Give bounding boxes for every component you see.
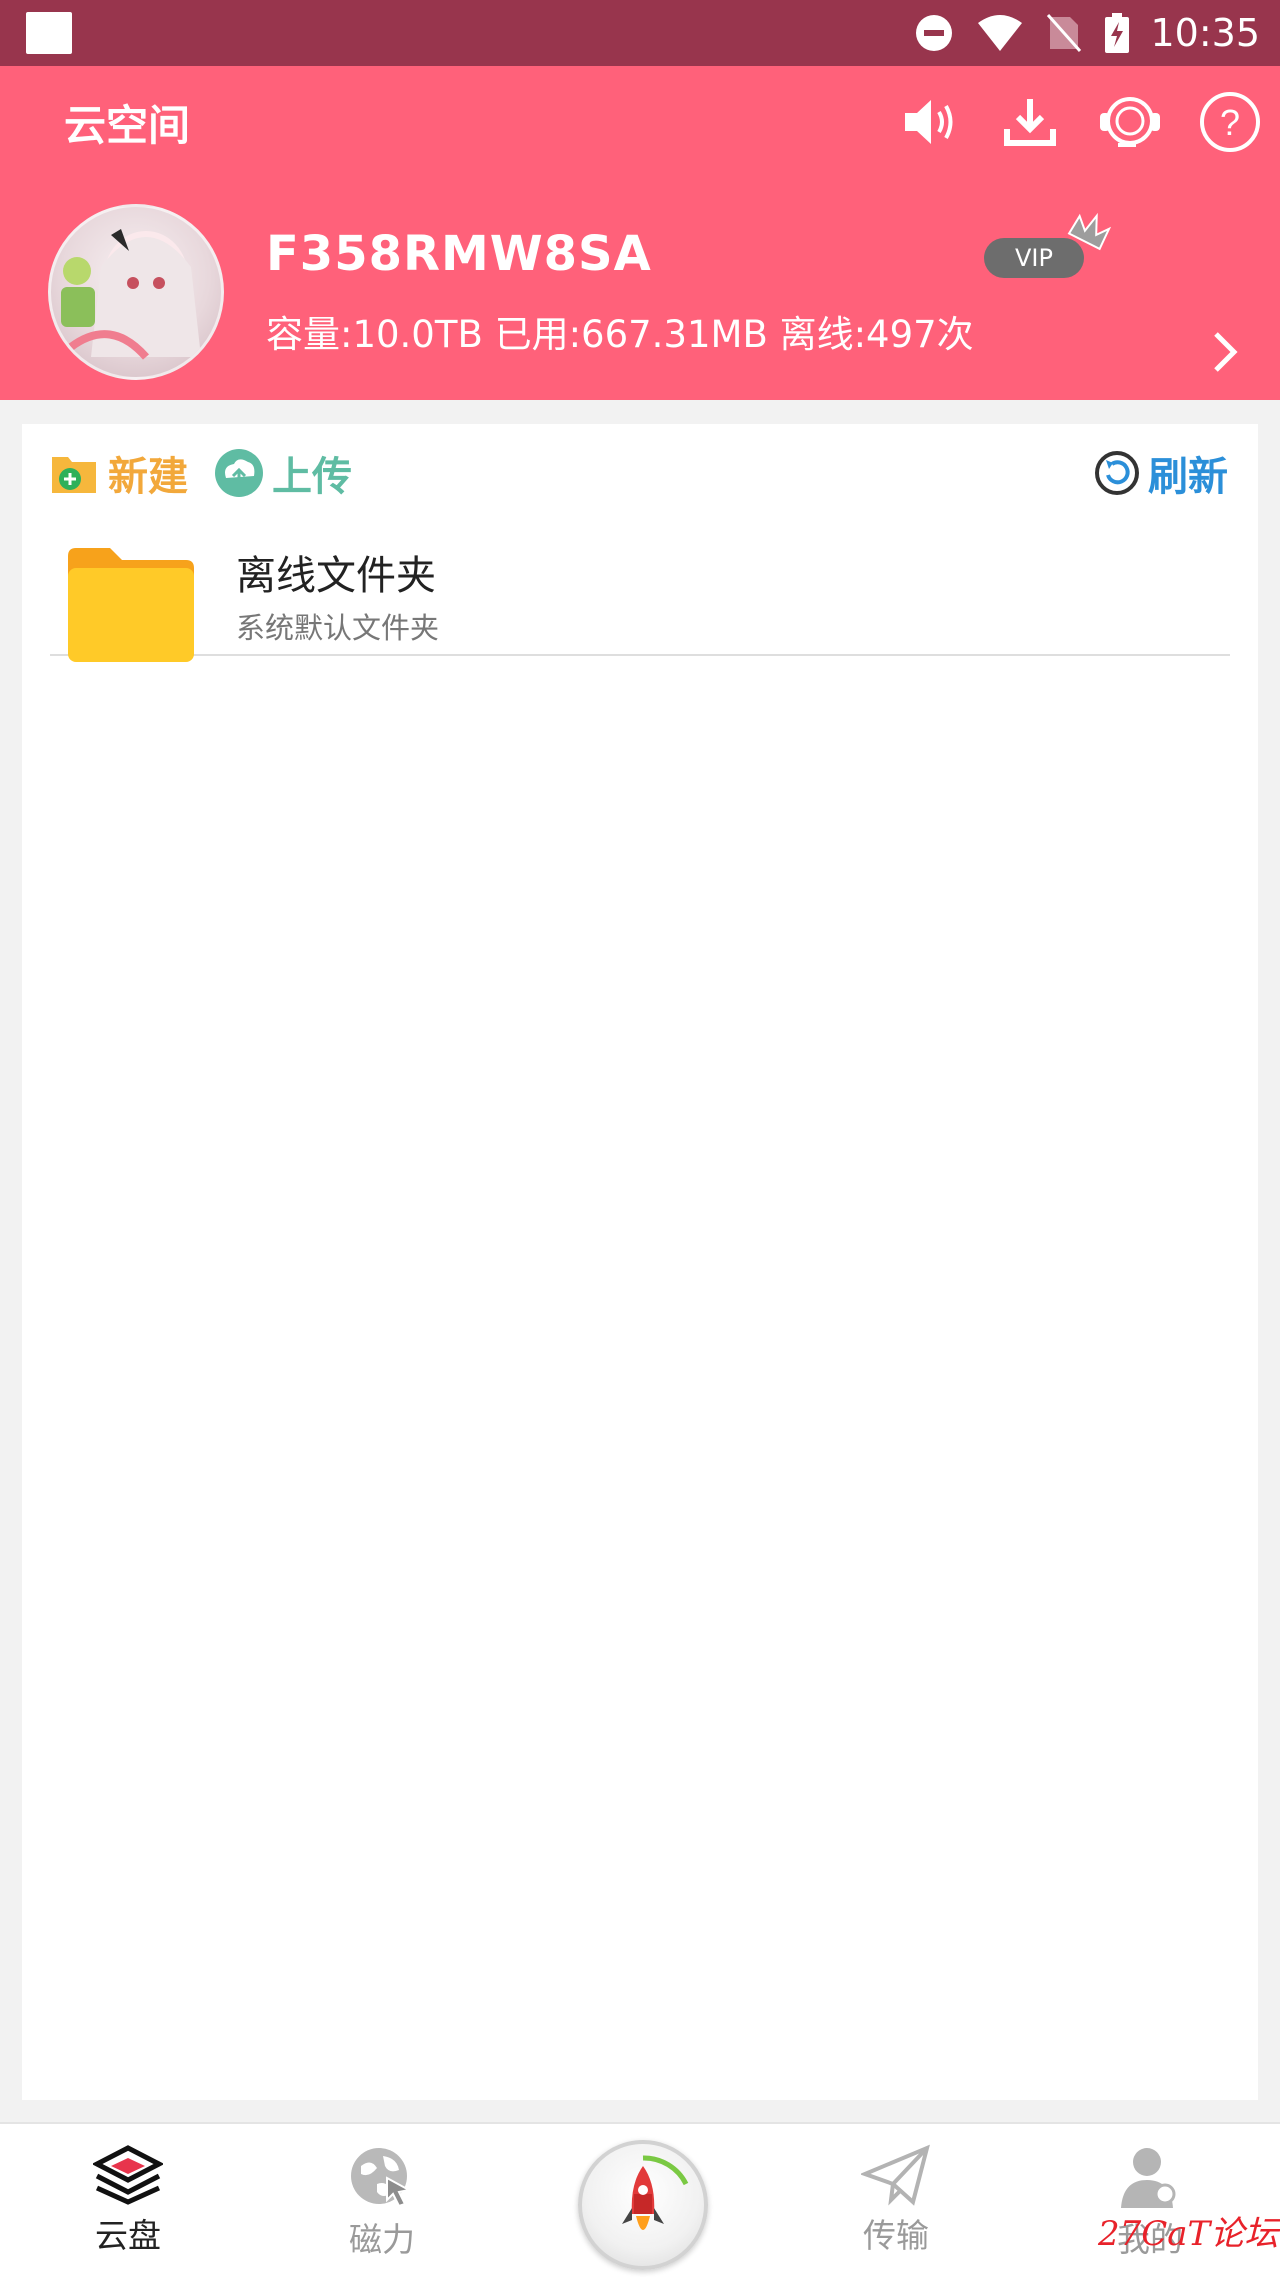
dnd-icon <box>916 15 952 51</box>
new-label: 新建 <box>108 454 188 500</box>
folder-icon <box>68 548 194 662</box>
status-icons <box>914 12 1130 54</box>
wifi-icon <box>978 15 1022 51</box>
page-title: 云空间 <box>64 101 191 150</box>
headset-icon[interactable] <box>1098 90 1162 154</box>
avatar[interactable] <box>48 204 224 380</box>
user-icon <box>1121 2148 1176 2208</box>
nav-label-cloud: 云盘 <box>95 2216 161 2255</box>
nav-item-magnet[interactable]: 磁力 <box>292 2144 472 2262</box>
list-item[interactable]: 离线文件夹 系统默认文件夹 <box>50 534 1230 662</box>
paper-plane-icon <box>859 2144 930 2206</box>
status-bar: 10:35 <box>0 0 1280 66</box>
download-icon[interactable] <box>998 90 1062 154</box>
nav-item-transfer[interactable]: 传输 <box>806 2144 986 2258</box>
help-icon[interactable]: ? <box>1198 90 1262 154</box>
upload-icon <box>215 449 263 497</box>
rocket-icon <box>622 2155 689 2230</box>
no-sim-icon <box>1046 14 1082 52</box>
file-description: 系统默认文件夹 <box>236 611 440 645</box>
header: 云空间 ? F358RMW8SA 容量:10.0TB 已用:667.31MB 离… <box>0 66 1280 400</box>
chevron-right-icon[interactable] <box>1210 328 1240 376</box>
notification-icon <box>26 12 72 54</box>
clock: 10:35 <box>1150 11 1260 55</box>
refresh-label: 刷新 <box>1148 454 1228 500</box>
layers-icon <box>91 2145 165 2205</box>
crown-icon <box>1067 212 1112 251</box>
battery-charging-icon <box>1105 13 1129 53</box>
file-toolbar: 新建 上传 刷新 <box>22 424 1258 514</box>
header-actions: ? <box>898 90 1262 154</box>
refresh-icon <box>1095 451 1139 495</box>
new-folder-icon <box>52 457 96 493</box>
refresh-button[interactable]: 刷新 <box>1094 444 1228 502</box>
svg-text:?: ? <box>1220 102 1240 143</box>
file-panel: 新建 上传 刷新 离线文件夹 系统默认文件夹 <box>22 424 1258 2100</box>
nav-item-cloud[interactable]: 云盘 <box>38 2144 218 2258</box>
speaker-icon[interactable] <box>898 90 962 154</box>
new-folder-button[interactable]: 新建 <box>50 444 188 502</box>
upload-label: 上传 <box>272 454 352 500</box>
globe-cursor-icon <box>351 2148 412 2208</box>
upload-button[interactable]: 上传 <box>214 444 352 502</box>
username: F358RMW8SA <box>266 226 652 282</box>
rocket-button[interactable] <box>578 2140 708 2270</box>
storage-stats: 容量:10.0TB 已用:667.31MB 离线:497次 <box>266 313 974 356</box>
nav-label-magnet: 磁力 <box>349 2220 415 2259</box>
watermark: 27CaT论坛 <box>1098 2214 1279 2254</box>
nav-label-transfer: 传输 <box>863 2216 929 2255</box>
file-name: 离线文件夹 <box>236 553 436 599</box>
